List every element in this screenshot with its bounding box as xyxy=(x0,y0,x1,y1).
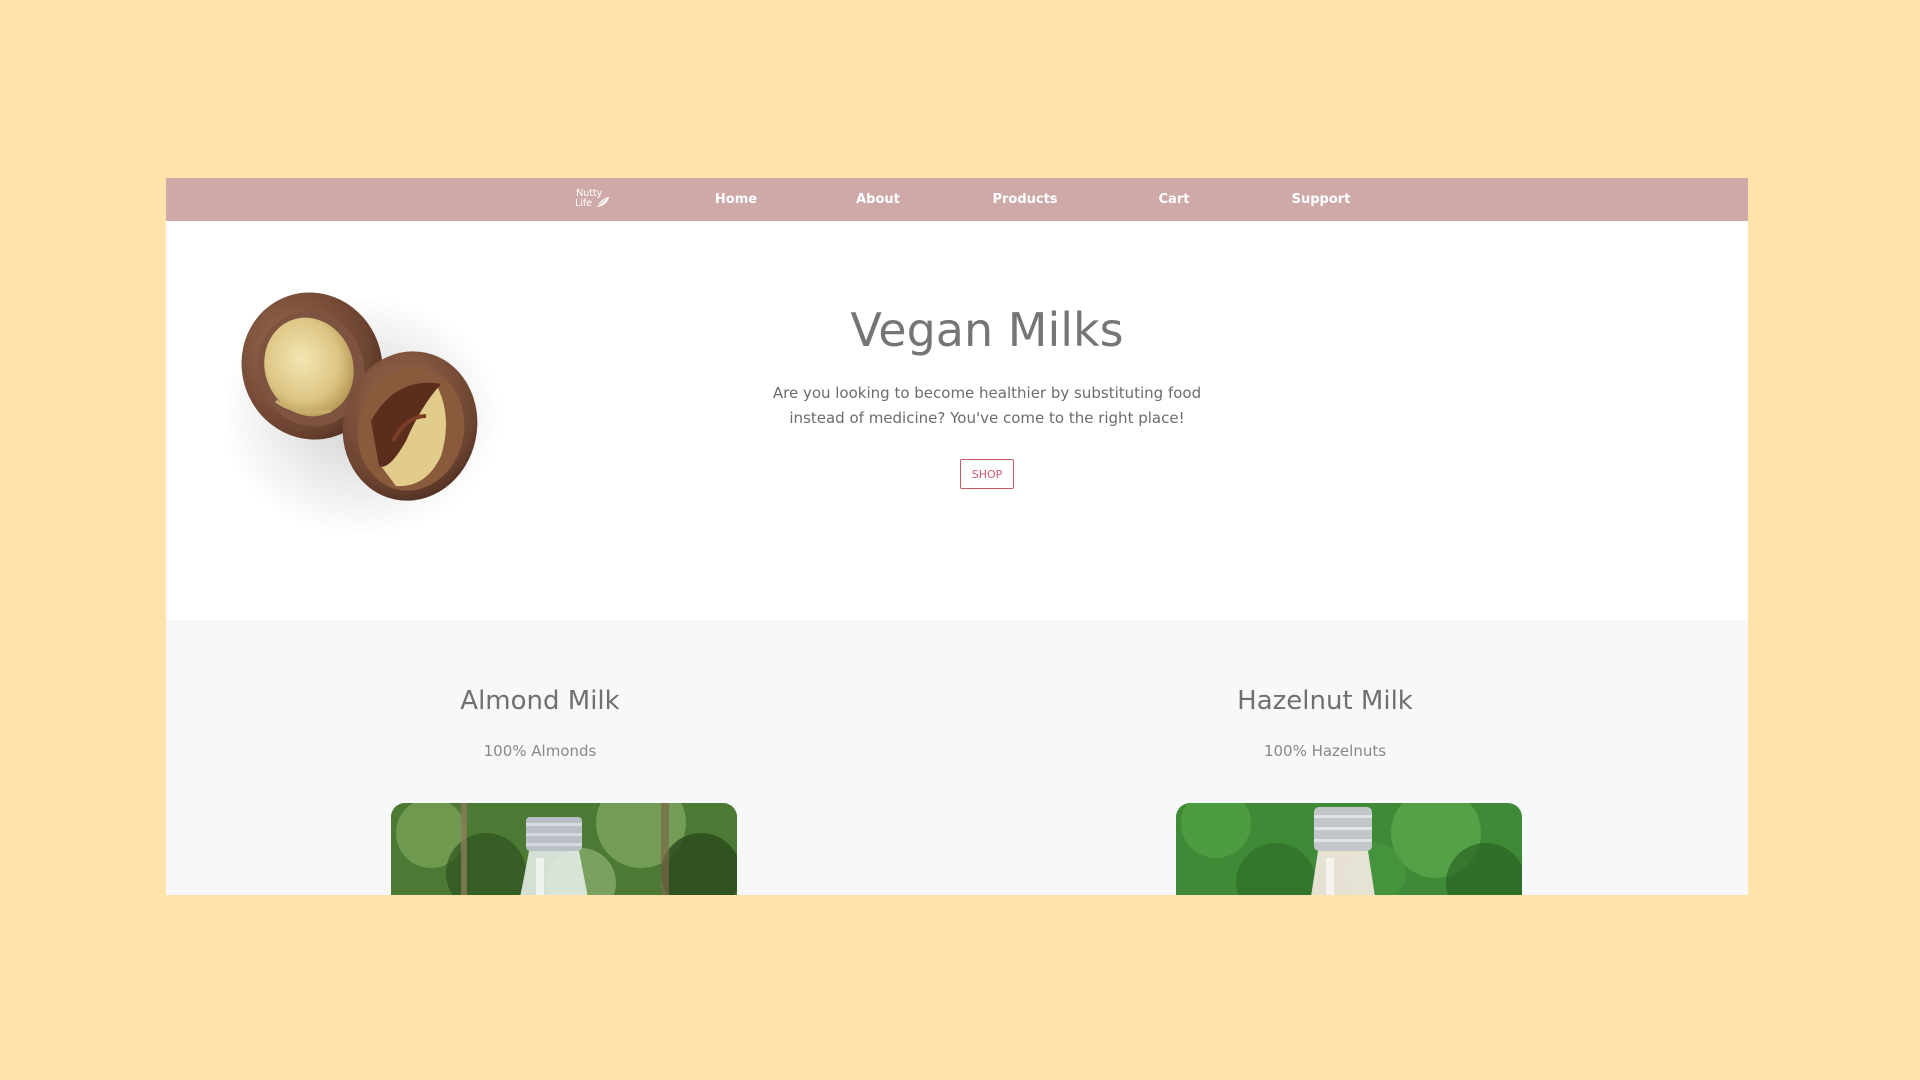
product-name: Hazelnut Milk xyxy=(1237,686,1413,716)
products-section: Almond Milk 100% Almonds Hazelnut Milk 1… xyxy=(166,620,1748,895)
nav-about[interactable]: About xyxy=(852,178,904,221)
browser-viewport: Nutty Life Home About Products Cart Supp… xyxy=(166,178,1748,895)
leaf-icon xyxy=(597,197,609,207)
hazelnut-milk-bottle-image[interactable] xyxy=(1176,803,1522,895)
hero-section: Vegan Milks Are you looking to become he… xyxy=(166,221,1748,620)
shop-button[interactable]: SHOP xyxy=(960,459,1014,489)
nav-home[interactable]: Home xyxy=(710,178,762,221)
product-description: 100% Almonds xyxy=(483,742,597,760)
hero-title: Vegan Milks xyxy=(850,303,1124,357)
navbar: Nutty Life Home About Products Cart Supp… xyxy=(166,178,1748,221)
nutty-life-logo[interactable]: Nutty Life xyxy=(574,185,614,213)
nav-support[interactable]: Support xyxy=(1288,178,1354,221)
nav-cart[interactable]: Cart xyxy=(1154,178,1194,221)
product-card-hazelnut[interactable]: Hazelnut Milk 100% Hazelnuts xyxy=(1025,620,1625,895)
hero-description: Are you looking to become healthier by s… xyxy=(772,384,1202,427)
nav-products[interactable]: Products xyxy=(990,178,1060,221)
logo-line2: Life xyxy=(575,198,592,209)
product-card-almond[interactable]: Almond Milk 100% Almonds xyxy=(240,620,840,895)
product-name: Almond Milk xyxy=(460,686,620,716)
almond-milk-bottle-image[interactable] xyxy=(391,803,737,895)
product-description: 100% Hazelnuts xyxy=(1263,742,1387,760)
